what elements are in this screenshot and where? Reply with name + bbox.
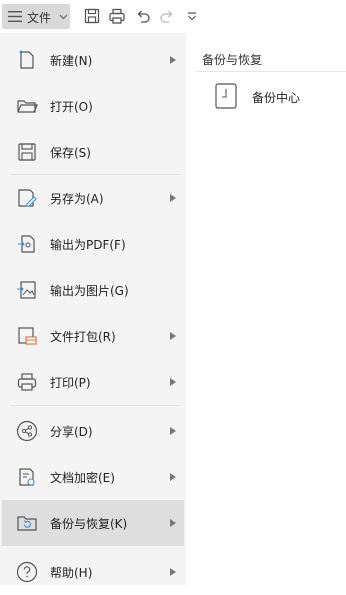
chevron-right-icon: [170, 473, 176, 481]
customize-icon[interactable]: [183, 7, 201, 25]
menu-item-label: 打印(P): [50, 376, 91, 390]
panel-divider: [196, 71, 346, 72]
panel-title: 备份与恢复: [202, 53, 263, 67]
backup-center-label: 备份中心: [252, 91, 301, 105]
print-icon: [17, 373, 37, 391]
menu-item-save-as[interactable]: 另存为(A): [2, 175, 184, 221]
menu-item-save[interactable]: 保存(S): [2, 129, 184, 175]
backup-center-icon: [215, 83, 237, 109]
menu-item-label: 文档加密(E): [50, 471, 115, 485]
menu-item-label: 另存为(A): [50, 192, 104, 206]
chevron-right-icon: [170, 56, 176, 64]
menu-item-label: 保存(S): [50, 146, 91, 160]
save-icon: [18, 143, 36, 161]
encrypt-icon: [19, 468, 35, 486]
file-menu: 新建(N) 打开(O) 保存(S) 另存为(A) 输出为PDF(F) 输出为图片…: [0, 33, 186, 585]
print-icon[interactable]: [108, 7, 126, 25]
menu-item-export-image[interactable]: 输出为图片(G): [2, 267, 184, 313]
menu-item-share[interactable]: 分享(D): [2, 408, 184, 454]
chevron-right-icon: [170, 332, 176, 340]
menu-item-label: 帮助(H): [50, 566, 93, 580]
undo-icon[interactable]: [134, 7, 152, 25]
chevron-right-icon: [170, 378, 176, 386]
file-menu-label: 文件: [27, 11, 52, 25]
menu-item-label: 备份与恢复(K): [50, 517, 128, 531]
chevron-right-icon: [170, 427, 176, 435]
menu-icon: [8, 11, 22, 22]
menu-item-export-pdf[interactable]: 输出为PDF(F): [2, 221, 184, 267]
top-toolbar: 文件: [0, 0, 346, 33]
menu-item-backup-restore[interactable]: 备份与恢复(K): [2, 500, 184, 546]
chevron-down-icon: [59, 14, 68, 20]
menu-item-open[interactable]: 打开(O): [2, 83, 184, 129]
menu-item-new[interactable]: 新建(N): [2, 37, 184, 83]
export-pdf-icon: [18, 235, 35, 253]
menu-item-label: 分享(D): [50, 425, 93, 439]
help-icon: [16, 561, 38, 583]
menu-item-print[interactable]: 打印(P): [2, 359, 184, 405]
chevron-right-icon: [170, 194, 176, 202]
chevron-right-icon: [170, 519, 176, 527]
chevron-right-icon: [170, 568, 176, 576]
menu-item-label: 输出为图片(G): [50, 284, 129, 298]
export-image-icon: [17, 281, 36, 299]
new-file-icon: [19, 50, 34, 69]
menu-item-label: 打开(O): [50, 100, 93, 114]
open-folder-icon: [17, 100, 38, 113]
menu-item-help[interactable]: 帮助(H): [2, 549, 184, 595]
menu-item-encrypt[interactable]: 文档加密(E): [2, 454, 184, 500]
file-menu-button[interactable]: 文件: [2, 4, 70, 29]
backup-center-button[interactable]: 备份中心: [214, 81, 334, 111]
menu-item-package[interactable]: 文件打包(R): [2, 313, 184, 359]
save-as-icon: [18, 189, 37, 207]
menu-item-label: 文件打包(R): [50, 330, 116, 344]
save-icon[interactable]: [83, 7, 101, 25]
redo-icon[interactable]: [158, 7, 176, 25]
backup-restore-icon: [17, 516, 37, 531]
menu-item-label: 新建(N): [50, 54, 93, 68]
submenu-panel: 备份与恢复 备份中心: [186, 33, 346, 585]
share-icon: [16, 420, 38, 442]
menu-item-label: 输出为PDF(F): [50, 238, 126, 252]
menu-divider: [10, 405, 180, 406]
package-icon: [18, 327, 37, 345]
